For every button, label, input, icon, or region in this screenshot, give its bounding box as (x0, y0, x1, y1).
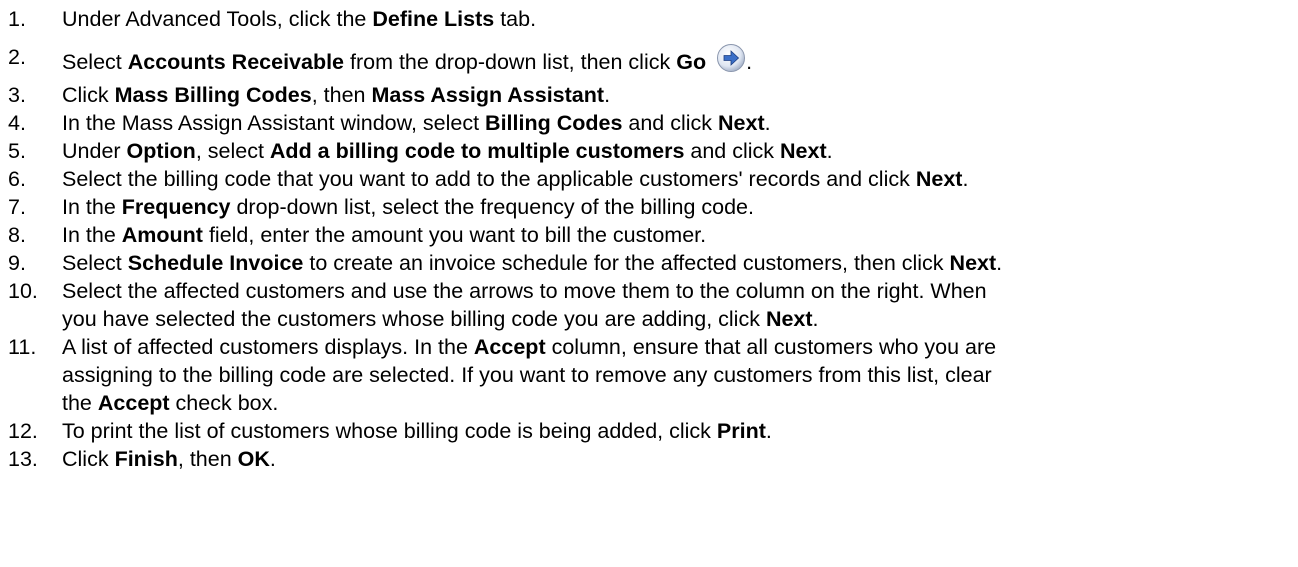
step-text-run: A list of affected customers displays. I… (62, 335, 474, 359)
step-text-run: Select the affected customers and use th… (62, 279, 987, 303)
step-text: Under Advanced Tools, click the Define L… (62, 5, 536, 33)
step-text-run: To print the list of customers whose bil… (62, 419, 717, 443)
bold-term: Go (676, 50, 707, 74)
step-text-run: check box. (169, 391, 279, 415)
step-text-run: and click (684, 139, 781, 163)
step-text: Select Accounts Receivable from the drop… (62, 43, 752, 76)
step-text-run: Under (62, 139, 127, 163)
bold-term: Schedule Invoice (127, 251, 304, 275)
step-number: 4. (8, 111, 26, 135)
step-text-run: Select the billing code that you want to… (62, 167, 916, 191)
step-number: 1. (8, 7, 26, 31)
go-arrow-icon (716, 43, 746, 73)
step-number: 12. (8, 419, 38, 443)
bold-term: Accept (473, 335, 546, 359)
bold-term: Add a billing code to multiple customers (269, 139, 685, 163)
step-text-run: . (746, 50, 753, 74)
step-text-run: , then (177, 447, 238, 471)
bold-term: Print (716, 419, 766, 443)
step-number: 10. (8, 279, 38, 303)
step-text: Select the billing code that you want to… (62, 165, 968, 193)
step-text: Select the affected customers and use th… (62, 277, 987, 333)
step-number: 8. (8, 223, 26, 247)
step-text-run: tab. (494, 7, 537, 31)
bold-term: Define Lists (372, 7, 495, 31)
step-text: In the Mass Assign Assistant window, sel… (62, 109, 771, 137)
bold-term: OK (237, 447, 270, 471)
step-text: Select Schedule Invoice to create an inv… (62, 249, 1002, 277)
step-text-run: In the (62, 223, 122, 247)
step-text-run: . (764, 111, 771, 135)
step-text: Click Mass Billing Codes, then Mass Assi… (62, 81, 610, 109)
step-text-run: . (962, 167, 969, 191)
bold-term: Next (780, 139, 827, 163)
step-text-run: . (604, 83, 611, 107)
step-text-run: and click (622, 111, 719, 135)
step-text: Under Option, select Add a billing code … (62, 137, 833, 165)
bold-term: Accept (97, 391, 170, 415)
bold-term: Next (765, 307, 813, 331)
step-text-run: Click (62, 447, 115, 471)
step-text-run: . (765, 419, 772, 443)
step-text-run: . (269, 447, 276, 471)
step-text-run: . (826, 139, 833, 163)
step-text: A list of affected customers displays. I… (62, 333, 996, 417)
step-text: In the Frequency drop-down list, select … (62, 193, 754, 221)
step-text: Click Finish, then OK. (62, 445, 276, 473)
bold-term: Next (915, 167, 963, 191)
step-text-run: In the Mass Assign Assistant window, sel… (62, 111, 486, 135)
step-text-run: Under Advanced Tools, click the (62, 7, 373, 31)
step-number: 7. (8, 195, 26, 219)
bold-term: Next (718, 111, 765, 135)
step-number: 9. (8, 251, 26, 275)
step-number: 5. (8, 139, 26, 163)
step-text-run: In the (62, 195, 122, 219)
step-text-run: the (62, 391, 98, 415)
step-text-run (706, 50, 712, 74)
step-text-run: you have selected the customers whose bi… (62, 307, 766, 331)
step-text-run: , select (195, 139, 270, 163)
step-text-run: assigning to the billing code are select… (62, 363, 992, 387)
step-number: 6. (8, 167, 26, 191)
step-text-run: Select (62, 251, 128, 275)
step-text-run: from the drop-down list, then click (344, 50, 677, 74)
step-text-run: Select (62, 50, 128, 74)
step-text: To print the list of customers whose bil… (62, 417, 772, 445)
bold-term: Next (949, 251, 997, 275)
step-text-run: Click (62, 83, 115, 107)
bold-term: Mass Assign Assistant (371, 83, 605, 107)
bold-term: Finish (114, 447, 178, 471)
step-number: 2. (8, 45, 26, 69)
bold-term: Option (126, 139, 196, 163)
step-text-run: . (812, 307, 819, 331)
step-text: In the Amount field, enter the amount yo… (62, 221, 706, 249)
step-text-run: , then (311, 83, 372, 107)
bold-term: Accounts Receivable (127, 50, 345, 74)
step-text-run: column, ensure that all customers who yo… (545, 335, 997, 359)
step-text-run: . (996, 251, 1003, 275)
step-number: 11. (8, 335, 37, 359)
step-text-run: drop-down list, select the frequency of … (230, 195, 754, 219)
step-number: 3. (8, 83, 26, 107)
bold-term: Mass Billing Codes (114, 83, 312, 107)
step-text-run: field, enter the amount you want to bill… (202, 223, 707, 247)
step-text-run: to create an invoice schedule for the af… (303, 251, 950, 275)
bold-term: Billing Codes (485, 111, 623, 135)
step-number: 13. (8, 447, 38, 471)
bold-term: Amount (121, 223, 203, 247)
bold-term: Frequency (121, 195, 231, 219)
